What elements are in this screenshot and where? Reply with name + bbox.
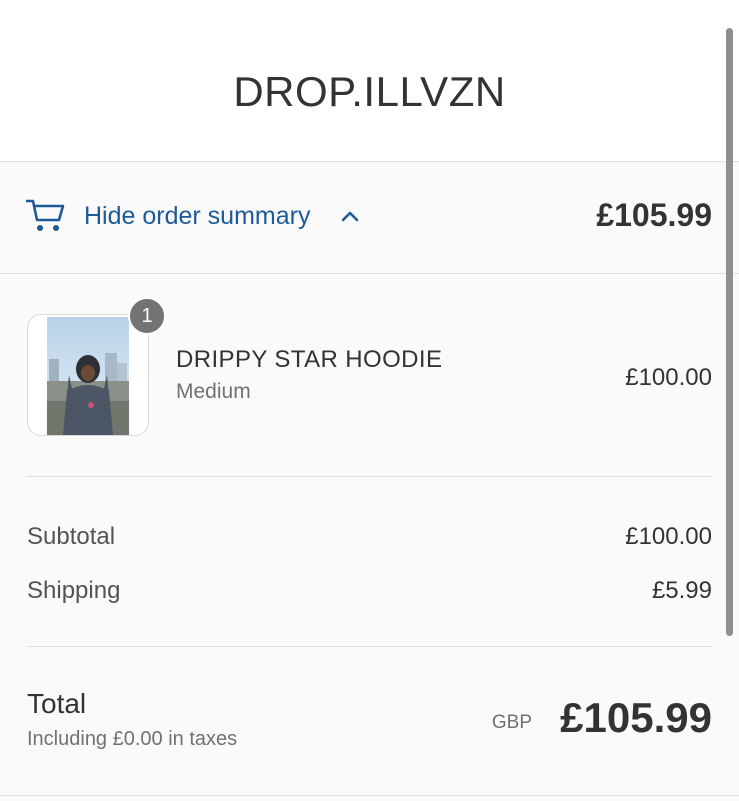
cart-icon [26, 199, 65, 231]
divider [0, 795, 739, 796]
order-summary-toggle[interactable]: Hide order summary £105.99 [0, 162, 739, 274]
chevron-up-icon [341, 211, 359, 222]
subtotal-value: £100.00 [625, 523, 712, 550]
shipping-label: Shipping [27, 577, 121, 604]
product-variant: Medium [176, 380, 251, 403]
order-summary-panel: 1 DRIPPY STAR HOODIE Medium £100.00 Subt… [0, 274, 739, 801]
currency-code: GBP [491, 712, 532, 733]
hide-order-summary-link[interactable]: Hide order summary [84, 202, 310, 231]
product-price: £100.00 [625, 364, 712, 391]
grand-total: £105.99 [560, 694, 712, 741]
order-summary-total: £105.99 [596, 197, 712, 233]
tax-note: Including £0.00 in taxes [27, 728, 238, 750]
shipping-value: £5.99 [651, 577, 712, 604]
product-image [47, 317, 129, 435]
store-logo[interactable]: DROP.ILLVZN [233, 68, 505, 116]
product-name: DRIPPY STAR HOODIE [176, 346, 443, 373]
divider [27, 476, 712, 477]
total-label: Total [27, 688, 87, 719]
divider [27, 646, 712, 647]
product-thumbnail: 1 [27, 297, 166, 436]
quantity-badge: 1 [128, 297, 166, 335]
subtotal-label: Subtotal [27, 523, 116, 550]
store-header: DROP.ILLVZN [0, 0, 739, 162]
scrollbar[interactable] [726, 28, 733, 636]
